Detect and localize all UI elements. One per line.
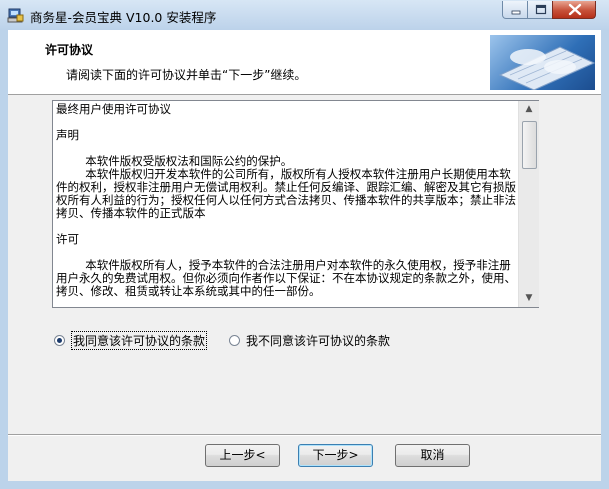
page-subtitle: 请阅读下面的许可协议并单击“下一步”继续。 [66,68,307,82]
minimize-icon [511,10,521,15]
next-button[interactable]: 下一步> [298,444,373,467]
license-text: 最终用户使用许可协议 声明 本软件版权受版权法和国际公约的保护。 本软件版权归开… [56,103,516,298]
back-button[interactable]: 上一步< [205,444,280,467]
minimize-button[interactable] [502,1,528,19]
maximize-button[interactable] [527,1,553,19]
wizard-header: 许可协议 请阅读下面的许可协议并单击“下一步”继续。 [8,30,601,95]
installer-window: 商务星-会员宝典 V10.0 安装程序 许可协议 请阅读下面的许可协议并单击“下… [0,0,609,489]
close-icon [568,3,582,16]
license-scrollbar[interactable]: ▲ ▼ [518,101,539,307]
scroll-up-icon[interactable]: ▲ [519,101,539,118]
license-textbox[interactable]: 最终用户使用许可协议 声明 本软件版权受版权法和国际公约的保护。 本软件版权归开… [52,100,539,308]
installer-computer-icon [7,8,24,23]
scroll-thumb[interactable] [522,121,537,169]
keyboard-hands-image [490,35,596,91]
disagree-option[interactable]: 我不同意该许可协议的条款 [229,332,390,348]
maximize-icon [535,4,547,15]
close-button[interactable] [552,1,596,19]
scroll-down-icon[interactable]: ▼ [519,290,539,307]
cancel-button[interactable]: 取消 [395,444,470,467]
keyboard-illustration-icon [498,46,596,91]
title-bar[interactable]: 商务星-会员宝典 V10.0 安装程序 [0,0,609,30]
agree-label[interactable]: 我同意该许可协议的条款 [71,330,208,350]
disagree-label[interactable]: 我不同意该许可协议的条款 [246,332,390,349]
window-title: 商务星-会员宝典 V10.0 安装程序 [30,10,217,25]
agree-option[interactable]: 我同意该许可协议的条款 [54,330,208,350]
disagree-radio[interactable] [229,334,240,346]
dialog-client-area: 许可协议 请阅读下面的许可协议并单击“下一步”继续。 最终用户使用许可协议 声明 [8,30,601,481]
agree-radio[interactable] [54,334,65,346]
footer-separator [8,434,601,436]
page-title: 许可协议 [45,43,94,57]
